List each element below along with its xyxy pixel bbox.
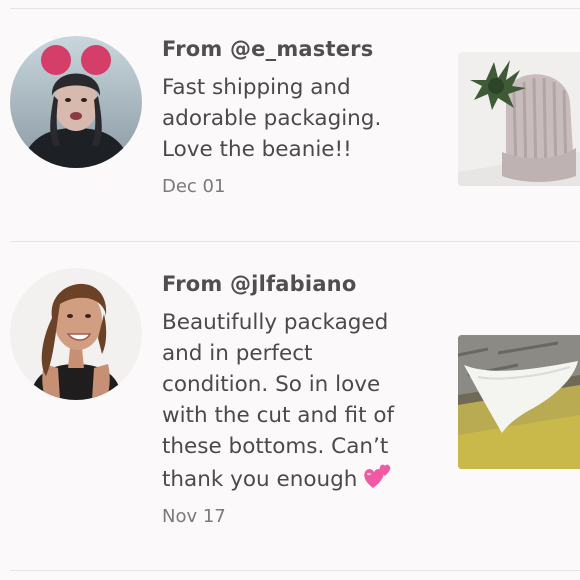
divider	[10, 8, 580, 9]
review-text: Fast shipping and adorable packaging. Lo…	[162, 72, 442, 165]
review-author[interactable]: From @jlfabiano	[162, 272, 356, 296]
review-text-line: Beautifully packaged	[162, 310, 389, 335]
bikini-bottoms-photo-icon	[458, 335, 580, 469]
review-text-line: condition. So in love	[162, 372, 381, 397]
beanie-photo-icon	[458, 52, 580, 186]
review-text-line: with the cut and fit of	[162, 403, 395, 428]
review-text-line-last: thank you enough	[162, 462, 442, 495]
divider	[10, 241, 580, 242]
review-text-line: these bottoms. Can’t	[162, 434, 389, 459]
review-text-line: thank you enough	[162, 467, 358, 492]
review-text-line: adorable packaging.	[162, 106, 382, 131]
user-avatar[interactable]	[10, 268, 142, 400]
two-hearts-icon	[364, 464, 391, 488]
user-avatar[interactable]	[10, 36, 142, 168]
review-text-line: Fast shipping and	[162, 75, 351, 100]
avatar-photo-icon	[10, 268, 142, 400]
review-date: Nov 17	[162, 506, 226, 527]
avatar-photo-icon	[10, 36, 142, 168]
product-thumbnail[interactable]	[458, 335, 580, 469]
review-text: Beautifully packaged and in perfect cond…	[162, 307, 442, 495]
review-author[interactable]: From @e_masters	[162, 37, 373, 61]
review-date: Dec 01	[162, 176, 226, 197]
review-text-line: and in perfect	[162, 341, 313, 366]
reviews-feed: From @e_masters Fast shipping and adorab…	[0, 0, 580, 580]
divider	[10, 570, 580, 571]
review-text-line: Love the beanie!!	[162, 137, 352, 162]
product-thumbnail[interactable]	[458, 52, 580, 186]
